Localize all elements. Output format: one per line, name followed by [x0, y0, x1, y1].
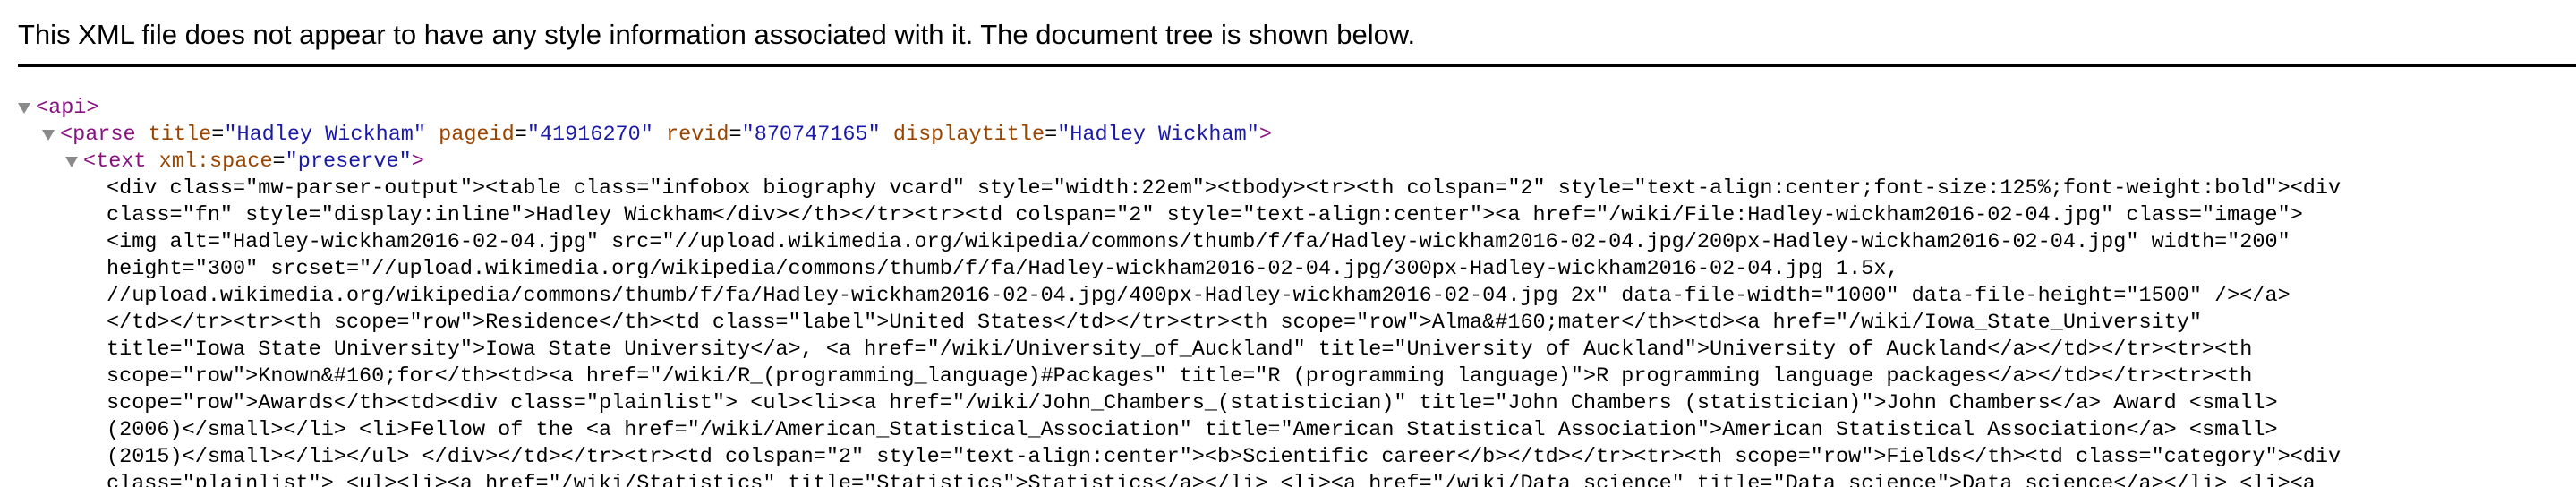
attr-name: title	[148, 123, 212, 147]
attr-name: pageid	[439, 123, 515, 147]
text-content-line: (2015)</small></li></ul> </div></td></tr…	[107, 445, 2341, 469]
text-content-line: height="300" srcset="//upload.wikimedia.…	[107, 257, 1899, 281]
text-content-line: class="fn" style="display:inline">Hadley…	[107, 203, 2303, 227]
parse-element-line: <parse title="Hadley Wickham" pageid="41…	[42, 122, 1272, 149]
text-content-line: <div class="mw-parser-output"><table cla…	[107, 176, 2341, 201]
attr-value: "preserve"	[285, 150, 412, 174]
tag-close-bracket: >	[1258, 123, 1272, 147]
attr-name: revid	[665, 123, 729, 147]
text-content-line: <img alt="Hadley-wickham2016-02-04.jpg" …	[107, 230, 2290, 254]
text-open-tag: <text xml:space="preserve">	[83, 150, 424, 174]
api-open-tag: <api>	[36, 96, 99, 120]
attr-value: "41916270"	[526, 123, 653, 147]
header-divider	[18, 64, 2576, 67]
text-element-line: <text xml:space="preserve">	[65, 149, 424, 175]
attr-name: xml:space	[158, 150, 273, 174]
no-style-info-header: This XML file does not appear to have an…	[0, 0, 2576, 70]
collapse-triangle-icon[interactable]	[65, 157, 78, 167]
text-tag-name: <text	[83, 150, 147, 174]
text-content-line: scope="row">Awards</th><td><div class="p…	[107, 391, 2278, 415]
text-content-line: scope="row">Known&#160;for</th><td><a hr…	[107, 364, 2253, 389]
collapse-triangle-icon[interactable]	[18, 103, 30, 114]
attr-name: displaytitle	[892, 123, 1045, 147]
text-content-line: (2006)</small></li> <li>Fellow of the <a…	[107, 418, 2278, 442]
xml-document-tree: <api> <parse title="Hadley Wickham" page…	[0, 95, 2576, 487]
parse-open-tag: <parse title="Hadley Wickham" pageid="41…	[60, 123, 1272, 147]
collapse-triangle-icon[interactable]	[42, 130, 55, 141]
tag-close-bracket: >	[411, 150, 424, 174]
attr-value: "870747165"	[741, 123, 881, 147]
parse-tag-name: <parse	[60, 123, 136, 147]
text-content-line: class="plainlist"> <ul><li><a href="/wik…	[107, 472, 2316, 487]
text-content-line: title="Iowa State University">Iowa State…	[107, 337, 2253, 362]
attr-value: "Hadley Wickham"	[224, 123, 426, 147]
text-content-line: </td></tr><tr><th scope="row">Residence<…	[107, 311, 2202, 335]
api-element-line: <api>	[18, 95, 99, 122]
text-content-line: //upload.wikimedia.org/wikipedia/commons…	[107, 284, 2290, 308]
no-style-info-message: This XML file does not appear to have an…	[18, 19, 1416, 50]
attr-value: "Hadley Wickham"	[1057, 123, 1259, 147]
